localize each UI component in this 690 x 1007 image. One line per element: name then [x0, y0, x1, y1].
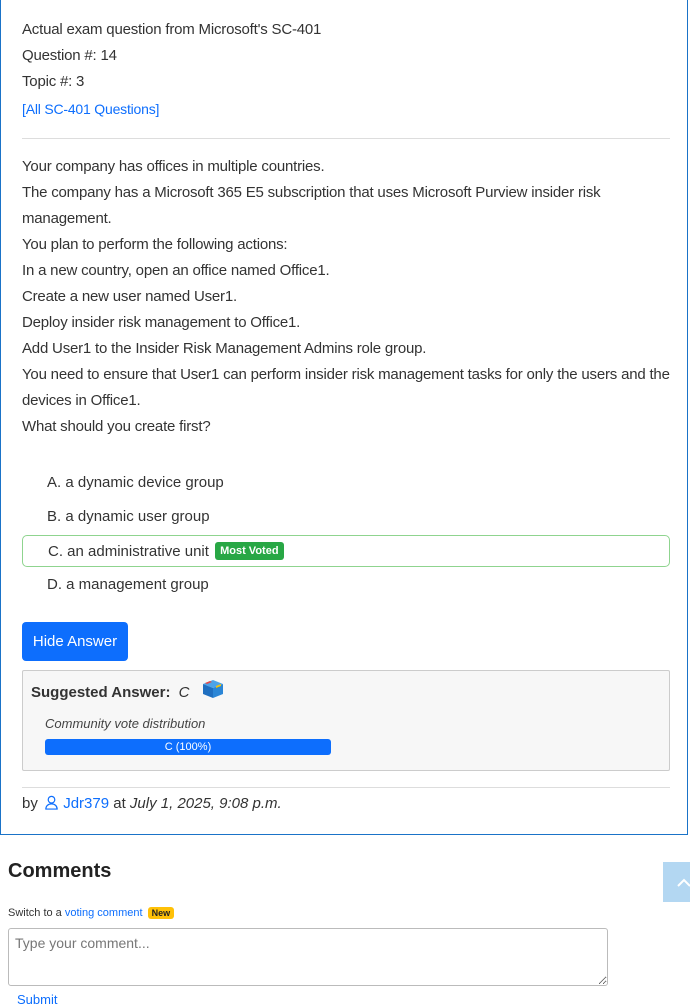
choice-d[interactable]: D. a management group	[22, 569, 670, 601]
new-badge: New	[147, 907, 175, 919]
choice-label: D. a management group	[47, 576, 209, 593]
switch-text: Switch to a	[8, 907, 62, 919]
exam-title: Actual exam question from Microsoft's SC…	[22, 21, 322, 38]
question-line: management.	[22, 210, 112, 227]
topic-number: Topic #: 3	[22, 73, 85, 90]
choice-label: C. an administrative unit	[48, 543, 209, 560]
vote-bar-fill: C (100%)	[45, 739, 331, 755]
question-line: Create a new user named User1.	[22, 288, 237, 305]
question-line: The company has a Microsoft 365 E5 subsc…	[22, 184, 601, 201]
question-number: Question #: 14	[22, 47, 117, 64]
most-voted-badge: Most Voted	[215, 542, 284, 561]
question-line: Your company has offices in multiple cou…	[22, 158, 325, 175]
question-line: Deploy insider risk management to Office…	[22, 314, 301, 331]
switch-voting-comment: Switch to a voting comment New	[8, 907, 175, 919]
divider	[22, 138, 670, 139]
vote-distribution-bar: C (100%)	[45, 739, 331, 755]
comment-input[interactable]	[8, 928, 608, 986]
choice-label: A. a dynamic device group	[47, 474, 224, 491]
choice-c[interactable]: C. an administrative unit Most Voted	[22, 535, 670, 567]
choice-a[interactable]: A. a dynamic device group	[22, 467, 670, 499]
chevron-up-icon	[677, 878, 690, 887]
question-line: What should you create first?	[22, 418, 211, 435]
choice-label: B. a dynamic user group	[47, 508, 210, 525]
all-questions-link[interactable]: [All SC-401 Questions]	[22, 96, 159, 122]
question-line: You plan to perform the following action…	[22, 236, 288, 253]
choice-b[interactable]: B. a dynamic user group	[22, 501, 670, 533]
question-line: You need to ensure that User1 can perfor…	[22, 366, 670, 383]
suggested-answer-value: C	[178, 683, 190, 701]
suggested-answer-text: Suggested Answer:	[31, 683, 171, 701]
cube-icon[interactable]	[202, 679, 224, 703]
community-vote-label: Community vote distribution	[45, 716, 206, 731]
at-text: at	[113, 795, 126, 812]
comments-heading: Comments	[8, 860, 112, 882]
question-card: Actual exam question from Microsoft's SC…	[0, 0, 688, 835]
post-date: July 1, 2025, 9:08 p.m.	[129, 795, 282, 812]
suggested-answer-label: Suggested Answer: C	[31, 679, 224, 705]
voting-comment-link[interactable]: voting comment	[65, 907, 143, 919]
suggested-answer-box: Suggested Answer: C Community vote distr…	[22, 670, 670, 771]
question-line: In a new country, open an office named O…	[22, 262, 330, 279]
question-line: devices in Office1.	[22, 392, 141, 409]
author-name: Jdr379	[63, 795, 110, 812]
hide-answer-button[interactable]: Hide Answer	[22, 622, 128, 661]
user-icon	[45, 795, 58, 810]
author-link[interactable]: Jdr379	[42, 795, 113, 812]
divider	[22, 787, 670, 788]
question-line: Add User1 to the Insider Risk Management…	[22, 340, 427, 357]
scroll-to-top-button[interactable]	[663, 862, 690, 902]
byline: by Jdr379 at July 1, 2025, 9:08 p.m.	[22, 793, 282, 815]
by-text: by	[22, 795, 38, 812]
